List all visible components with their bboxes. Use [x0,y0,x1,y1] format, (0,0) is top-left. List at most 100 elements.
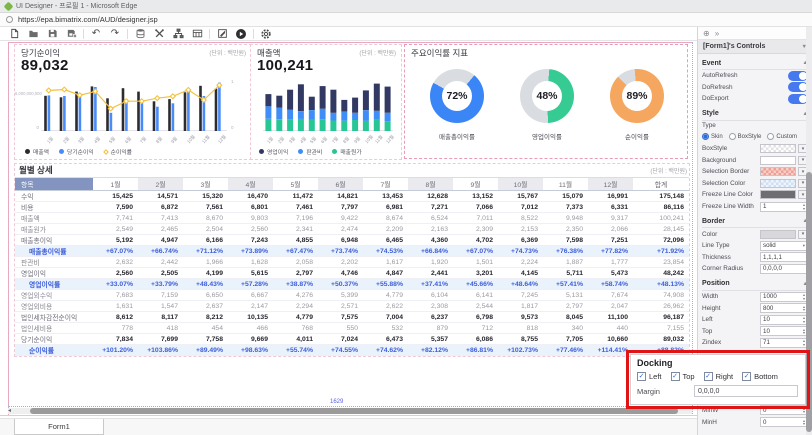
color-swatch[interactable] [760,230,796,239]
tools-icon[interactable] [151,28,167,40]
text-input[interactable]: 1,1,1,1 [760,252,808,262]
section-header-position[interactable]: Position▲ [702,278,808,291]
grid-unit-label: (단위 : 백만원) [650,166,687,175]
input-value: 10 [763,316,770,323]
settings-icon[interactable] [258,28,274,40]
section-header-style[interactable]: Style▲ [702,108,808,121]
panel-header[interactable]: [Form1]'s Controls ▼ [698,40,812,54]
checkbox-checked-icon: ✓ [742,372,751,381]
new-file-icon[interactable] [6,28,22,40]
x-tick-label: 1월 [266,136,275,145]
number-input[interactable]: 0▴▾ [760,405,808,415]
radio-label: BoxStyle [738,134,762,140]
scroll-left-arrow[interactable]: ◂ [8,408,11,414]
spinner-arrows[interactable]: ▴▾ [803,293,805,300]
url-text[interactable]: https://epa.bimatrix.com/AUD/designer.js… [18,15,158,24]
cell-value: 8,612 [93,312,138,323]
radio-custom[interactable]: Custom [767,133,797,140]
spinner-arrows[interactable]: ▴▾ [803,419,805,426]
section-header-event[interactable]: Event▲ [702,57,808,70]
margin-input[interactable]: 0,0,0,0 [694,385,798,397]
cell-value: +74.53% [363,246,408,257]
horizontal-scroll-thumb[interactable] [30,408,678,414]
cell-value: 8,212 [183,312,228,323]
text-input[interactable]: 0,0,0,0 [760,264,808,274]
spinner-arrows[interactable]: ▴▾ [803,305,805,312]
column-header: 9월 [453,178,498,191]
cell-value: 712 [453,323,498,334]
color-swatch[interactable] [760,167,796,176]
vertical-scrollbar[interactable] [806,27,812,435]
number-input[interactable]: 10▴▾ [760,326,808,336]
number-input[interactable]: 800▴▾ [760,303,808,313]
grid-icon[interactable] [189,28,205,40]
sitemap-icon[interactable] [170,28,186,40]
open-folder-icon[interactable] [25,28,41,40]
checkbox-left[interactable]: ✓Left [637,372,662,381]
save-all-icon[interactable] [63,28,79,40]
cell-value: 454 [183,323,228,334]
color-swatch[interactable] [760,144,796,153]
checkbox-right[interactable]: ✓Right [704,372,734,381]
number-input[interactable]: 0▴▾ [760,417,808,427]
horizontal-scrollbar[interactable]: ◂ [8,408,692,414]
radio-boxstyle[interactable]: BoxStyle [729,133,762,140]
column-header: 12월 [588,178,633,191]
cell-value: 4,779 [273,312,318,323]
field-row-selection-color: Selection Color▾ [702,178,808,190]
color-swatch[interactable] [760,156,796,165]
database-icon[interactable] [132,28,148,40]
cell-value: +73.74% [318,246,363,257]
color-swatch[interactable] [760,179,796,188]
widget-net-income-chart[interactable]: 당기순이익 (단위 : 백만원) 89,032 6,000,000,000 0 … [14,44,252,160]
checkbox-top[interactable]: ✓Top [671,372,695,381]
cell-value: 1,777 [588,257,633,268]
spinner-arrows[interactable]: ▴▾ [803,339,805,346]
field-label: Corner Radius [702,265,743,272]
cell-value: +37.41% [408,279,453,290]
x-axis-labels: 1월2월3월4월5월6월7월8월9월10월11월12월 [263,133,393,147]
widget-monthly-grid[interactable]: 월별 상세 (단위 : 백만원) 항목1월2월3월4월5월6월7월8월9월10월… [14,163,690,357]
redo-icon[interactable]: ↷ [107,28,123,40]
cell-value: +45.66% [453,279,498,290]
number-input[interactable]: 1▴▾ [760,202,808,212]
number-input[interactable]: 71▴▾ [760,338,808,348]
toggle-switch[interactable] [788,94,808,104]
cell-value: 6,237 [408,312,453,323]
spinner-arrows[interactable]: ▴▾ [803,203,805,210]
toggle-switch[interactable] [788,82,808,92]
radio-label: Custom [776,134,797,140]
collapse-icon[interactable]: » [715,29,719,38]
donut-label: 영업이익률 [507,131,587,141]
widget-profit-ratio-donuts[interactable]: 주요이익률 지표 72%매출총이익률48%영업이익률89%순이익률 [404,44,688,159]
save-icon[interactable] [44,28,60,40]
cell-value: 16,470 [228,191,273,202]
spinner-arrows[interactable]: ▴▾ [803,407,805,414]
toggle-switch[interactable] [788,71,808,81]
edit-icon[interactable] [214,28,230,40]
cell-value: 6,331 [588,202,633,213]
select-box[interactable]: solid▾ [760,241,808,251]
section-header-border[interactable]: Border▲ [702,215,808,228]
vertical-scroll-thumb[interactable] [806,172,812,432]
spinner-arrows[interactable]: ▴▾ [803,328,805,335]
tab-form1[interactable]: Form1 [14,419,104,435]
widget-revenue-chart[interactable]: 매출액 (단위 : 백만원) 100,241 1월2월3월4월5월6월7월8월9… [250,44,402,160]
cell-value: 7,590 [93,202,138,213]
field-control: ▾ [760,144,808,153]
field-row-color: Color▾ [702,228,808,240]
run-icon[interactable] [233,28,249,40]
radio-skin[interactable]: Skin [702,133,723,140]
undo-icon[interactable]: ↶ [88,28,104,40]
number-input[interactable]: 1000▴▾ [760,292,808,302]
checkbox-bottom[interactable]: ✓Bottom [742,372,778,381]
browser-urlbar[interactable]: https://epa.bimatrix.com/AUD/designer.js… [0,13,812,27]
row-label: 매출총이익 [15,235,93,246]
cell-value: 2,294 [273,301,318,312]
number-input[interactable]: 10 ▴▾ [760,315,808,325]
color-swatch[interactable] [760,190,796,199]
design-canvas[interactable]: 당기순이익 (단위 : 백만원) 89,032 6,000,000,000 0 … [0,41,697,418]
cell-value: 2,465 [138,224,183,235]
spinner-arrows[interactable]: ▴▾ [803,316,805,323]
dock-icon[interactable]: ⊕ [703,29,710,38]
